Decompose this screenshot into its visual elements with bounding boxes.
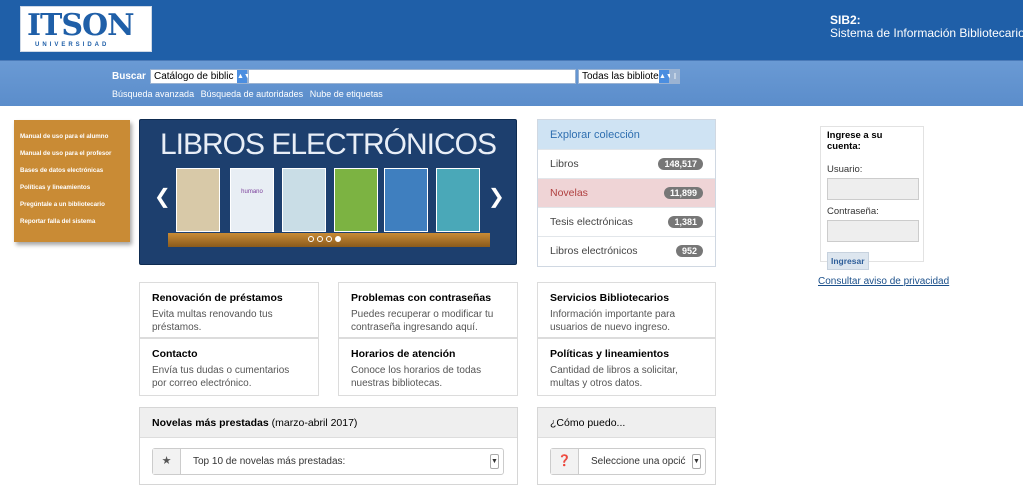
- info-renewal[interactable]: Renovación de préstamos Evita multas ren…: [139, 282, 319, 338]
- privacy-link[interactable]: Consultar aviso de privacidad: [818, 276, 949, 287]
- carousel-dot[interactable]: [317, 236, 323, 242]
- howto-panel: ¿Cómo puedo... ❓ Seleccione una opcić ▼: [537, 407, 716, 485]
- chevron-updown-icon: ▲▼: [237, 70, 251, 83]
- howto-select[interactable]: ❓ Seleccione una opcić ▼: [550, 448, 706, 475]
- info-title: Horarios de atención: [351, 348, 456, 360]
- novels-panel-title: Novelas más prestadas (marzo-abril 2017): [140, 408, 517, 438]
- tag-cloud-link[interactable]: Nube de etiquetas: [310, 89, 383, 99]
- menu-item-student-manual[interactable]: Manual de uso para el alumno: [14, 128, 130, 145]
- info-text: Evita multas renovando tus préstamos.: [152, 309, 273, 333]
- authority-search-link[interactable]: Búsqueda de autoridades: [201, 89, 304, 99]
- star-icon: ★: [153, 449, 181, 474]
- panel-title-bold: Novelas más prestadas: [152, 417, 269, 429]
- collection-item-novels[interactable]: Novelas 11,899: [538, 178, 715, 207]
- password-field[interactable]: [827, 220, 919, 242]
- book-cover[interactable]: [176, 168, 220, 232]
- novels-select[interactable]: ★ Top 10 de novelas más prestadas: ▼: [152, 448, 504, 475]
- info-text: Envía tus dudas o cumentarios por correo…: [152, 365, 290, 389]
- info-text: Cantidad de libros a solicitar, multas y…: [550, 365, 678, 389]
- explore-collection: Explorar colección Libros 148,517 Novela…: [537, 119, 716, 267]
- howto-panel-title: ¿Cómo puedo...: [538, 408, 715, 438]
- chevron-right-icon[interactable]: ❯: [488, 184, 505, 209]
- collection-label: Tesis electrónicas: [550, 216, 633, 228]
- search-go-button[interactable]: I: [670, 69, 680, 84]
- count-badge: 11,899: [663, 187, 703, 199]
- left-menu: Manual de uso para el alumno Manual de u…: [14, 120, 130, 242]
- carousel-dot[interactable]: [326, 236, 332, 242]
- book-cover[interactable]: humano: [230, 168, 274, 232]
- carousel-title: LIBROS ELECTRÓNICOS: [159, 128, 497, 161]
- header: ITSON UNIVERSIDAD SIB2: Sistema de Infor…: [0, 0, 1023, 60]
- advanced-search-link[interactable]: Búsqueda avanzada: [112, 89, 194, 99]
- menu-item-databases[interactable]: Bases de datos electrónicas: [14, 162, 130, 179]
- novels-select-value: Top 10 de novelas más prestadas:: [193, 456, 346, 467]
- book-cover[interactable]: [282, 168, 326, 232]
- count-badge: 148,517: [658, 158, 703, 170]
- info-services[interactable]: Servicios Bibliotecarios Información imp…: [537, 282, 716, 338]
- system-subtitle: Sistema de Información Bibliotecario 2: [830, 26, 1023, 40]
- library-select[interactable]: Todas las bibliote ▲▼: [578, 69, 673, 84]
- info-hours[interactable]: Horarios de atención Conoce los horarios…: [338, 338, 518, 396]
- catalog-select[interactable]: Catálogo de biblic ▲▼: [150, 69, 251, 84]
- collection-label: Libros: [550, 158, 579, 170]
- collection-label: Libros electrónicos: [550, 245, 638, 257]
- login-title: Ingrese a su cuenta:: [827, 130, 883, 152]
- collection-label: Novelas: [550, 187, 588, 199]
- info-text: Información importante para usuarios de …: [550, 309, 676, 333]
- chevron-updown-icon: ▲▼: [659, 70, 673, 83]
- book-cover[interactable]: [436, 168, 480, 232]
- logo-subtext: UNIVERSIDAD: [35, 42, 110, 48]
- menu-item-report-failure[interactable]: Reportar falla del sistema: [14, 213, 130, 230]
- library-select-value: Todas las bibliote: [582, 71, 659, 82]
- info-title: Problemas con contraseñas: [351, 292, 492, 304]
- catalog-select-value: Catálogo de biblic: [154, 71, 234, 82]
- collection-item-theses[interactable]: Tesis electrónicas 1,381: [538, 207, 715, 236]
- menu-item-teacher-manual[interactable]: Manual de uso para el profesor: [14, 145, 130, 162]
- info-text: Puedes recuperar o modificar tu contrase…: [351, 309, 494, 333]
- book-cover[interactable]: [334, 168, 378, 232]
- chevron-down-icon: ▼: [490, 454, 499, 469]
- info-title: Contacto: [152, 348, 198, 360]
- panel-title-rest: (marzo-abril 2017): [268, 417, 358, 429]
- collection-item-books[interactable]: Libros 148,517: [538, 149, 715, 178]
- menu-item-policies[interactable]: Políticas y lineamientos: [14, 179, 130, 196]
- carousel-indicators: [308, 233, 344, 245]
- search-label: Buscar: [112, 71, 146, 82]
- logo-text: ITSON: [27, 8, 135, 43]
- search-input[interactable]: [248, 69, 576, 84]
- chevron-down-icon: ▼: [692, 454, 701, 469]
- info-title: Políticas y lineamientos: [550, 348, 670, 360]
- ebooks-carousel[interactable]: LIBROS ELECTRÓNICOS humano ❮ ❯: [139, 119, 517, 265]
- search-sublinks: Búsqueda avanzada Búsqueda de autoridade…: [112, 89, 387, 99]
- password-label: Contraseña:: [827, 206, 879, 217]
- question-icon: ❓: [551, 449, 579, 474]
- howto-select-value: Seleccione una opcić: [591, 456, 686, 467]
- collection-item-ebooks[interactable]: Libros electrónicos 952: [538, 236, 715, 265]
- info-title: Renovación de préstamos: [152, 292, 283, 304]
- menu-item-ask-librarian[interactable]: Pregúntale a un bibliotecario: [14, 196, 130, 213]
- info-policies[interactable]: Políticas y lineamientos Cantidad de lib…: [537, 338, 716, 396]
- carousel-dot[interactable]: [308, 236, 314, 242]
- user-label: Usuario:: [827, 164, 863, 175]
- login-button[interactable]: Ingresar: [827, 252, 869, 270]
- novels-panel: Novelas más prestadas (marzo-abril 2017)…: [139, 407, 518, 485]
- search-bar: Buscar Catálogo de biblic ▲▼ Todas las b…: [0, 60, 1023, 106]
- book-cover[interactable]: [384, 168, 428, 232]
- chevron-left-icon[interactable]: ❮: [154, 184, 171, 209]
- username-field[interactable]: [827, 178, 919, 200]
- explore-title: Explorar colección: [538, 120, 715, 149]
- info-contact[interactable]: Contacto Envía tus dudas o cumentarios p…: [139, 338, 319, 396]
- itson-logo[interactable]: ITSON UNIVERSIDAD: [20, 6, 152, 52]
- carousel-dot-active[interactable]: [335, 236, 341, 242]
- info-passwords[interactable]: Problemas con contraseñas Puedes recuper…: [338, 282, 518, 338]
- count-badge: 952: [675, 245, 703, 257]
- info-title: Servicios Bibliotecarios: [550, 292, 670, 304]
- login-box: Ingrese a su cuenta: Usuario: Contraseña…: [820, 126, 924, 270]
- count-badge: 1,381: [668, 216, 703, 228]
- info-text: Conoce los horarios de todas nuestras bi…: [351, 365, 482, 389]
